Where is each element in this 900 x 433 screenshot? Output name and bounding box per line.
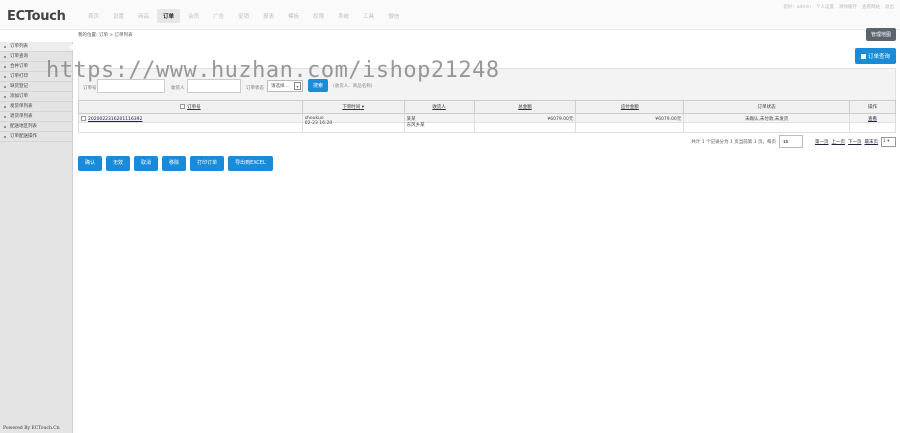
sidebar-item-out-of-stock[interactable]: 缺货登记 xyxy=(0,82,72,92)
bullet-icon xyxy=(4,86,6,88)
bullet-icon xyxy=(4,116,6,118)
watermark-text: https://www.huzhan.com/ishop21248 xyxy=(46,58,500,83)
col-order-no[interactable]: 订单号 xyxy=(78,100,303,114)
last-page-link[interactable]: 最末页 xyxy=(865,139,879,145)
bullet-icon xyxy=(4,66,6,68)
next-page-link[interactable]: 下一页 xyxy=(848,139,862,145)
order-no-link[interactable]: 2020022316201116392 xyxy=(88,117,142,122)
export-excel-button[interactable]: 导出到EXCEL xyxy=(228,156,273,171)
nav-ads[interactable]: 广告 xyxy=(207,9,230,23)
top-links: 您好：admin 个人设置 清除缓存 查看网站 退出 xyxy=(783,4,894,10)
nav-settings[interactable]: 设置 xyxy=(107,9,130,23)
bullet-icon xyxy=(4,56,6,58)
sidebar-item-return-list[interactable]: 退货单列表 xyxy=(0,112,72,122)
nav-permissions[interactable]: 权限 xyxy=(307,9,330,23)
remove-button[interactable]: 移除 xyxy=(162,156,187,171)
bullet-icon xyxy=(4,126,6,128)
sidebar: 订单列表 订单查询 合并订单 订单打印 缺货登记 添加订单 发货单列表 退货单列… xyxy=(0,42,73,433)
manage-map-button[interactable]: 管理地图 xyxy=(865,28,896,41)
bullet-icon xyxy=(4,46,6,48)
sidebar-item-shipping-areas[interactable]: 配送地区列表 xyxy=(0,122,72,132)
pager-summary: 共计 1 个记录分为 1 页当前第 1 页，每页 xyxy=(691,139,776,145)
top-bar: ECTouch 首页 设置 商品 订单 会员 广告 促销 报表 模板 权限 系统… xyxy=(0,0,900,30)
order-query-button[interactable]: 订单查询 xyxy=(854,48,896,64)
col-status: 订单状态 xyxy=(683,100,850,114)
chevron-down-icon: ▾ xyxy=(294,82,301,90)
pagination: 共计 1 个记录分为 1 页当前第 1 页，每页 第一页 上一页 下一页 最末页… xyxy=(691,135,896,148)
per-page-input[interactable] xyxy=(779,135,803,148)
bullet-icon xyxy=(4,136,6,138)
sidebar-item-order-list[interactable]: 订单列表 xyxy=(0,42,73,52)
view-order-link[interactable]: 查看 xyxy=(868,117,877,122)
view-site-link[interactable]: 查看网站 xyxy=(862,4,880,10)
nav-orders[interactable]: 订单 xyxy=(157,9,181,23)
order-time: 02-23 16:20 xyxy=(304,121,333,126)
order-no-label: 订单号 xyxy=(83,86,97,91)
cell-status: 未确认,未付款,未发货 xyxy=(683,113,850,133)
search-doc-icon xyxy=(860,54,866,59)
cell-order-no: 2020022316201116392 xyxy=(78,113,303,133)
cell-order-time: shoukuo 02-23 16:20 xyxy=(301,113,405,133)
logo: ECTouch xyxy=(7,9,66,24)
sidebar-item-add-order[interactable]: 添加订单 xyxy=(0,92,72,102)
nav-reports[interactable]: 报表 xyxy=(257,9,280,23)
profile-link[interactable]: 个人设置 xyxy=(816,4,834,10)
confirm-button[interactable]: 确认 xyxy=(78,156,103,171)
nav-templates[interactable]: 模板 xyxy=(282,9,305,23)
cell-total: ¥6079.00元 xyxy=(473,113,577,133)
table-row: 2020022316201116392 shoukuo 02-23 16:20 某… xyxy=(78,113,896,133)
nav-promo[interactable]: 促销 xyxy=(232,9,255,23)
col-order-time[interactable]: 下单时间 ▾ xyxy=(301,100,405,114)
table-header-row: 订单号 下单时间 ▾ 收货人 总金额 应付金额 订单状态 操作 xyxy=(78,100,896,114)
clear-cache-link[interactable]: 清除缓存 xyxy=(839,4,857,10)
bullet-icon xyxy=(4,96,6,98)
bullet-icon xyxy=(4,106,6,108)
nav-goods[interactable]: 商品 xyxy=(132,9,155,23)
greeting: 您好：admin xyxy=(783,5,811,10)
sidebar-item-shipping-ops[interactable]: 订单配送操作 xyxy=(0,132,72,142)
print-order-button[interactable]: 打印订单 xyxy=(190,156,225,171)
col-consignee[interactable]: 收货人 xyxy=(403,100,475,114)
bullet-icon xyxy=(4,76,6,78)
cell-payable: ¥6079.00元 xyxy=(575,113,685,133)
nav-members[interactable]: 会员 xyxy=(182,9,205,23)
consignee-label: 收货人 xyxy=(171,86,185,91)
logout-link[interactable]: 退出 xyxy=(885,4,894,10)
sidebar-footer: Powered By ECTouch.Cn xyxy=(3,426,60,431)
cell-action: 查看 xyxy=(849,113,896,133)
consignee-address: 东风乡某 xyxy=(406,123,425,128)
nav-system[interactable]: 系统 xyxy=(332,9,355,23)
batch-actions: 确认 无效 取消 移除 打印订单 导出到EXCEL xyxy=(78,156,273,171)
select-all-checkbox[interactable] xyxy=(180,104,186,109)
cancel-button[interactable]: 取消 xyxy=(134,156,159,171)
nav-wechat[interactable]: 微信 xyxy=(382,9,405,23)
row-checkbox[interactable] xyxy=(81,116,86,121)
col-action: 操作 xyxy=(849,100,896,114)
first-page-link[interactable]: 第一页 xyxy=(815,139,829,145)
nav-tools[interactable]: 工具 xyxy=(357,9,380,23)
status-label: 订单状态 xyxy=(246,86,264,91)
nav-home[interactable]: 首页 xyxy=(82,9,105,23)
main-nav: 首页 设置 商品 订单 会员 广告 促销 报表 模板 权限 系统 工具 微信 xyxy=(82,9,407,23)
order-table: 订单号 下单时间 ▾ 收货人 总金额 应付金额 订单状态 操作 20200223… xyxy=(78,100,896,133)
cell-consignee: 某某 东风乡某 xyxy=(403,113,475,133)
sidebar-item-delivery-list[interactable]: 发货单列表 xyxy=(0,102,72,112)
prev-page-link[interactable]: 上一页 xyxy=(832,139,846,145)
col-total[interactable]: 总金额 xyxy=(473,100,577,114)
page-select[interactable]: 1 ▾ xyxy=(881,136,896,147)
breadcrumb: 我的位置: 订单 > 订单列表 xyxy=(78,33,133,38)
col-payable[interactable]: 应付金额 xyxy=(575,100,685,114)
invalid-button[interactable]: 无效 xyxy=(106,156,131,171)
search-hint: (收货人、商品名称) xyxy=(333,84,373,89)
